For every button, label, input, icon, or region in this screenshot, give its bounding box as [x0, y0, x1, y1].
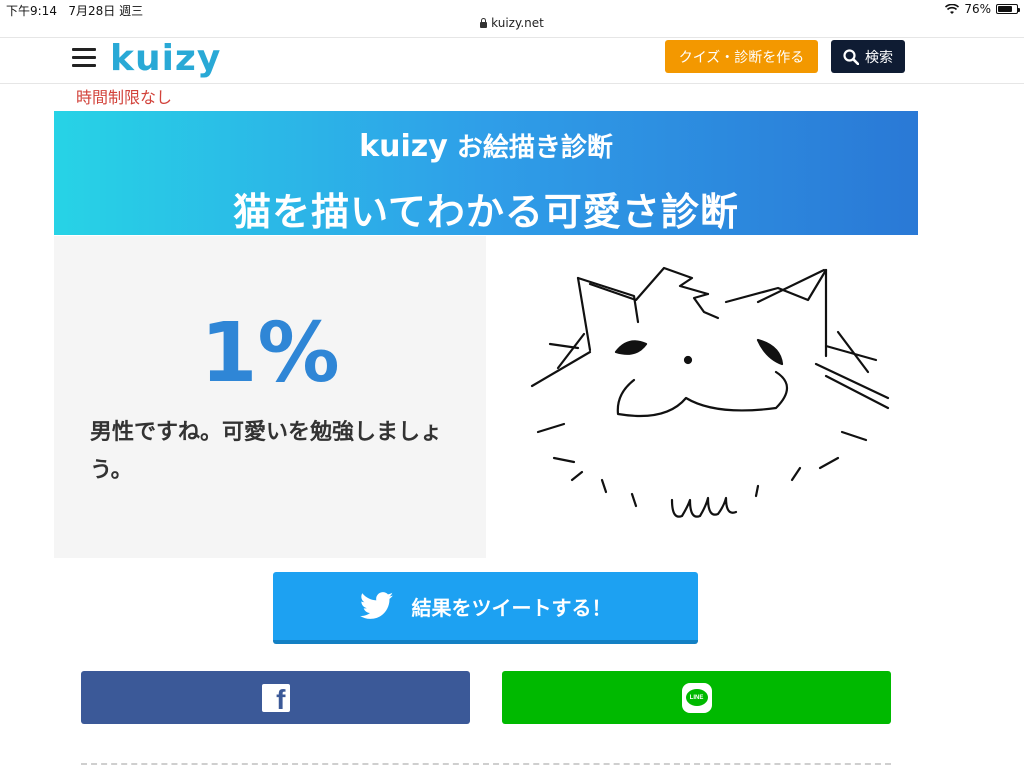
lock-icon [480, 18, 488, 28]
search-label: 検索 [865, 48, 893, 65]
line-share-button[interactable]: LINE [502, 671, 891, 724]
address-bar[interactable]: kuizy.net [0, 16, 1024, 36]
tweet-result-button[interactable]: 結果をツイートする！ [273, 572, 698, 644]
cat-drawing [486, 236, 918, 558]
search-icon [843, 48, 859, 65]
result-message: 男性ですね。可愛いを勉強しましょう。 [90, 420, 443, 483]
twitter-icon [359, 592, 393, 619]
site-logo[interactable]: kuizy [110, 38, 221, 79]
dashed-divider [81, 763, 891, 765]
banner-subtitle-text: お絵描き診断 [456, 133, 613, 163]
facebook-share-button[interactable]: f [81, 671, 470, 724]
quiz-banner: kuizy お絵描き診断 猫を描いてわかる可愛さ診断 [54, 111, 918, 235]
cat-sketch-image [530, 266, 890, 518]
search-button[interactable]: 検索 [831, 40, 905, 73]
url-text: kuizy.net [491, 16, 544, 30]
result-percent: 1% [200, 306, 340, 401]
facebook-icon: f [261, 683, 290, 713]
site-header: kuizy クイズ・診断を作る 検索 [0, 37, 1024, 84]
banner-brand: kuizy [359, 129, 448, 164]
result-panel: 1% 男性ですね。可愛いを勉強しましょう。 [54, 236, 486, 558]
line-icon: LINE [681, 682, 712, 713]
time-limit-label: 時間制限なし [76, 88, 173, 107]
banner-subtitle: kuizy お絵描き診断 [54, 127, 918, 164]
create-quiz-button[interactable]: クイズ・診断を作る [665, 40, 818, 73]
status-indicators: 76% [945, 2, 1020, 16]
battery-icon [996, 4, 1020, 14]
wifi-icon [945, 3, 960, 14]
menu-icon[interactable] [72, 48, 96, 68]
banner-title: 猫を描いてわかる可愛さ診断 [233, 190, 739, 234]
tweet-label: 結果をツイートする！ [411, 597, 612, 620]
battery-percent: 76% [964, 2, 991, 16]
